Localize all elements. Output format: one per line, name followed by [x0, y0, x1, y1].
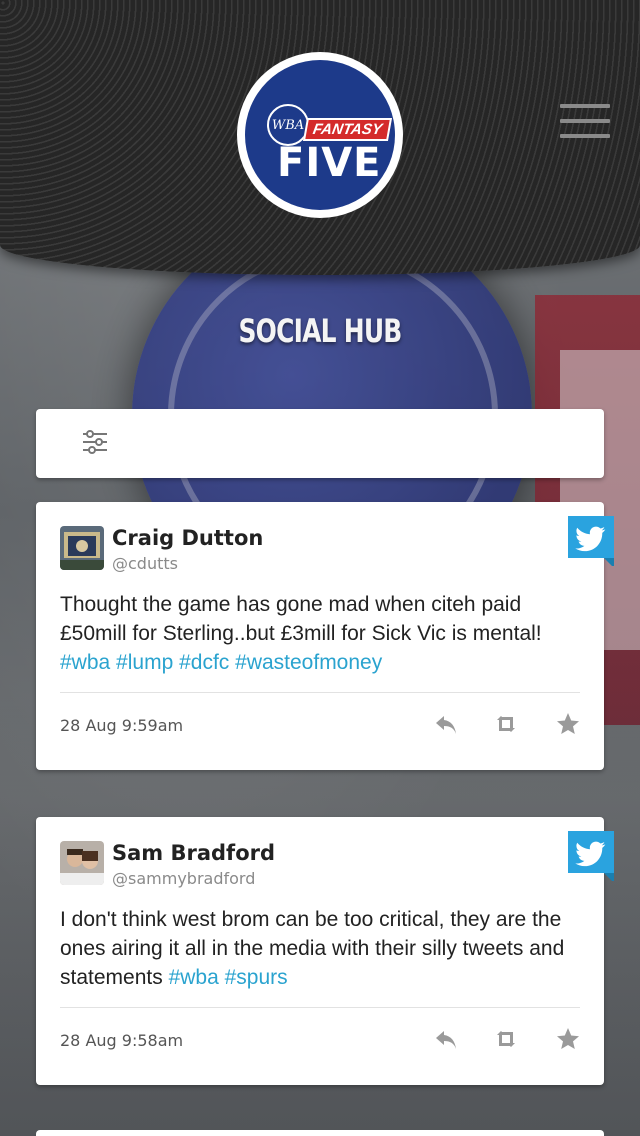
logo-fantasy-text: FANTASY: [302, 118, 392, 141]
tweet-author-name[interactable]: Sam Bradford: [112, 841, 275, 865]
tweet-text: Thought the game has gone mad when citeh…: [60, 590, 590, 677]
menu-line: [560, 119, 610, 123]
tweet-card[interactable]: Craig Dutton @cdutts Thought the game ha…: [36, 502, 614, 770]
logo-badge: WBA FANTASY FIVE: [245, 60, 395, 210]
reply-icon[interactable]: [432, 1025, 460, 1053]
sliders-icon[interactable]: [82, 430, 108, 454]
tweet-author-handle[interactable]: @sammybradford: [112, 869, 255, 888]
tweet-author-name[interactable]: Craig Dutton: [112, 526, 263, 550]
tweet-text-body: I don't think west brom can be too criti…: [60, 908, 565, 989]
hashtag-link[interactable]: #lump: [116, 651, 173, 674]
star-icon[interactable]: [554, 710, 582, 738]
filter-bar[interactable]: [36, 409, 604, 478]
app-header: WBA FANTASY FIVE: [0, 0, 640, 275]
divider: [60, 1007, 580, 1008]
page-title: SOCIAL HUB: [238, 312, 402, 350]
avatar[interactable]: [60, 526, 104, 570]
twitter-bird-icon: [568, 831, 616, 883]
tweet-author-handle[interactable]: @cdutts: [112, 554, 178, 573]
hamburger-menu-icon[interactable]: [560, 104, 610, 138]
retweet-icon[interactable]: [492, 710, 520, 738]
tweet-text: I don't think west brom can be too criti…: [60, 905, 590, 992]
tweet-timestamp: 28 Aug 9:58am: [60, 1031, 184, 1050]
menu-line: [560, 134, 610, 138]
menu-line: [560, 104, 610, 108]
twitter-bird-icon: [568, 516, 616, 568]
app-logo[interactable]: WBA FANTASY FIVE: [237, 52, 403, 218]
hashtag-link[interactable]: #wba: [60, 651, 110, 674]
tweet-card[interactable]: Sam Bradford @sammybradford I don't thin…: [36, 817, 614, 1085]
tweet-text-body: Thought the game has gone mad when citeh…: [60, 593, 542, 645]
hashtag-link[interactable]: #spurs: [225, 966, 288, 989]
tweet-timestamp: 28 Aug 9:59am: [60, 716, 184, 735]
tweet-card-peek[interactable]: [36, 1130, 604, 1136]
divider: [60, 692, 580, 693]
hashtag-link[interactable]: #dcfc: [179, 651, 229, 674]
hashtag-link[interactable]: #wasteofmoney: [235, 651, 382, 674]
star-icon[interactable]: [554, 1025, 582, 1053]
hashtag-link[interactable]: #wba: [169, 966, 219, 989]
reply-icon[interactable]: [432, 710, 460, 738]
avatar[interactable]: [60, 841, 104, 885]
retweet-icon[interactable]: [492, 1025, 520, 1053]
logo-five-text: FIVE: [277, 140, 382, 186]
